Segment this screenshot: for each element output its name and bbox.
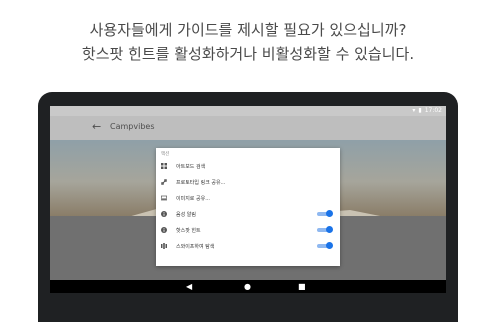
menu-item-voice-alerts[interactable]: 음성 알림 — [156, 206, 340, 222]
home-nav-icon[interactable]: ● — [244, 282, 251, 291]
menu-item-label: 프로토타입 링크 공유... — [176, 179, 226, 186]
actions-menu: 액션 아트보드 검색 프로토타입 링크 공유... 이미지로 공유... 음성 … — [156, 148, 340, 266]
menu-item-label: 스와이프하여 탐색 — [176, 243, 215, 250]
menu-item-share-image[interactable]: 이미지로 공유... — [156, 190, 340, 206]
headline-line-1: 사용자들에게 가이드를 제시할 필요가 있으십니까? — [89, 21, 407, 39]
voice-alerts-toggle[interactable] — [317, 210, 333, 217]
swipe-icon — [161, 243, 167, 249]
back-nav-icon[interactable]: ◀ — [186, 282, 192, 291]
menu-item-label: 핫스팟 힌트 — [176, 227, 201, 234]
wifi-icon: ▾ — [412, 107, 416, 114]
menu-item-label: 음성 알림 — [176, 211, 196, 218]
menu-item-hotspot-hints[interactable]: 핫스팟 힌트 — [156, 222, 340, 238]
menu-item-swipe-navigation[interactable]: 스와이프하여 탐색 — [156, 238, 340, 254]
status-time: 17:02 — [424, 107, 442, 114]
image-icon — [161, 195, 167, 201]
headline-line-2: 핫스팟 힌트를 활성화하거나 비활성화할 수 있습니다. — [81, 45, 415, 63]
app-bar: ← Campvibes — [50, 116, 446, 140]
link-icon — [161, 179, 167, 185]
swipe-navigation-toggle[interactable] — [317, 242, 333, 249]
menu-item-label: 이미지로 공유... — [176, 195, 210, 202]
menu-item-label: 아트보드 검색 — [176, 163, 206, 170]
grid-icon — [161, 163, 167, 169]
menu-item-share-link[interactable]: 프로토타입 링크 공유... — [156, 174, 340, 190]
hotspot-hints-toggle[interactable] — [317, 226, 333, 233]
system-nav-bar: ◀ ● ■ — [50, 280, 446, 293]
tablet-screen: ▾ ▮ 17:02 ← Campvibes them. He was the h… — [50, 106, 446, 293]
status-bar: ▾ ▮ 17:02 — [50, 106, 446, 116]
info-icon — [161, 211, 167, 217]
back-arrow-icon[interactable]: ← — [92, 120, 101, 133]
menu-header: 액션 — [161, 152, 170, 157]
battery-icon: ▮ — [418, 107, 422, 114]
recents-nav-icon[interactable]: ■ — [298, 282, 306, 291]
app-title: Campvibes — [110, 122, 155, 131]
menu-item-search-artboards[interactable]: 아트보드 검색 — [156, 158, 340, 174]
info-icon — [161, 227, 167, 233]
